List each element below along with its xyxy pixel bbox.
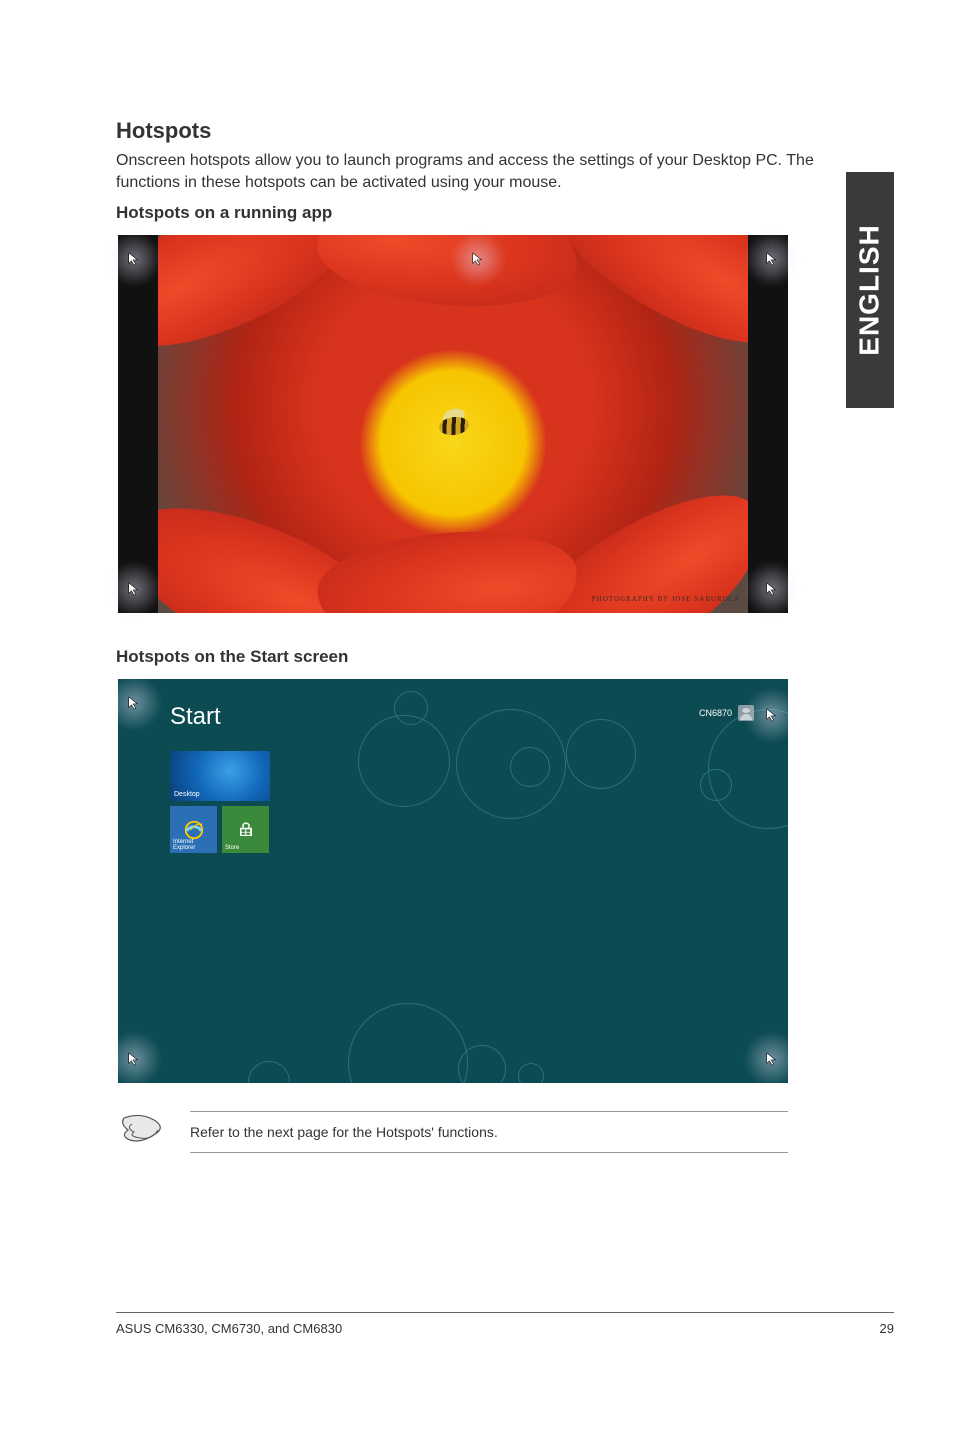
running-app-screenshot: PHOTOGRAPHY BY JOSE SABUROLA (118, 235, 788, 613)
photo-credit: PHOTOGRAPHY BY JOSE SABUROLA (592, 595, 740, 603)
section-title: Hotspots (116, 118, 836, 144)
cursor-icon (114, 239, 154, 279)
bee (429, 409, 475, 439)
note-text-wrap: Refer to the next page for the Hotspots'… (190, 1111, 788, 1153)
cursor-icon (752, 569, 792, 609)
intro-paragraph: Onscreen hotspots allow you to launch pr… (116, 150, 836, 193)
start-user-name: CN6870 (699, 708, 732, 718)
tile-label: Store (225, 845, 239, 851)
cursor-icon (118, 683, 154, 723)
cursor-icon (752, 239, 792, 279)
cursor-icon (118, 1039, 154, 1079)
store-icon (237, 821, 255, 839)
language-tab: ENGLISH (846, 172, 894, 408)
subheading-running-app: Hotspots on a running app (116, 203, 836, 223)
footer-page-number: 29 (880, 1321, 894, 1336)
tile-internet-explorer[interactable]: Internet Explorer (170, 806, 217, 853)
footer-model: ASUS CM6330, CM6730, and CM6830 (116, 1321, 342, 1336)
cursor-icon (458, 239, 498, 279)
tile-desktop[interactable]: Desktop (170, 751, 270, 801)
language-tab-label: ENGLISH (854, 224, 886, 355)
note-icon (118, 1114, 166, 1151)
main-content: Hotspots Onscreen hotspots allow you to … (116, 118, 836, 1153)
start-tiles: Desktop Internet Explorer (170, 751, 270, 853)
note-text: Refer to the next page for the Hotspots'… (190, 1124, 788, 1140)
tile-label: Desktop (174, 791, 200, 798)
subheading-start-screen: Hotspots on the Start screen (116, 647, 836, 667)
cursor-icon (752, 695, 788, 735)
ie-icon (183, 819, 205, 841)
flower-photo (158, 235, 748, 613)
tile-label: Internet Explorer (173, 839, 217, 851)
start-title: Start (170, 703, 221, 731)
note-row: Refer to the next page for the Hotspots'… (118, 1111, 788, 1153)
footer: ASUS CM6330, CM6730, and CM6830 29 (116, 1312, 894, 1336)
tile-store[interactable]: Store (222, 806, 269, 853)
cursor-icon (114, 569, 154, 609)
start-screen-screenshot: Start CN6870 Desktop Internet Explorer (118, 679, 788, 1083)
cursor-icon (752, 1039, 788, 1079)
